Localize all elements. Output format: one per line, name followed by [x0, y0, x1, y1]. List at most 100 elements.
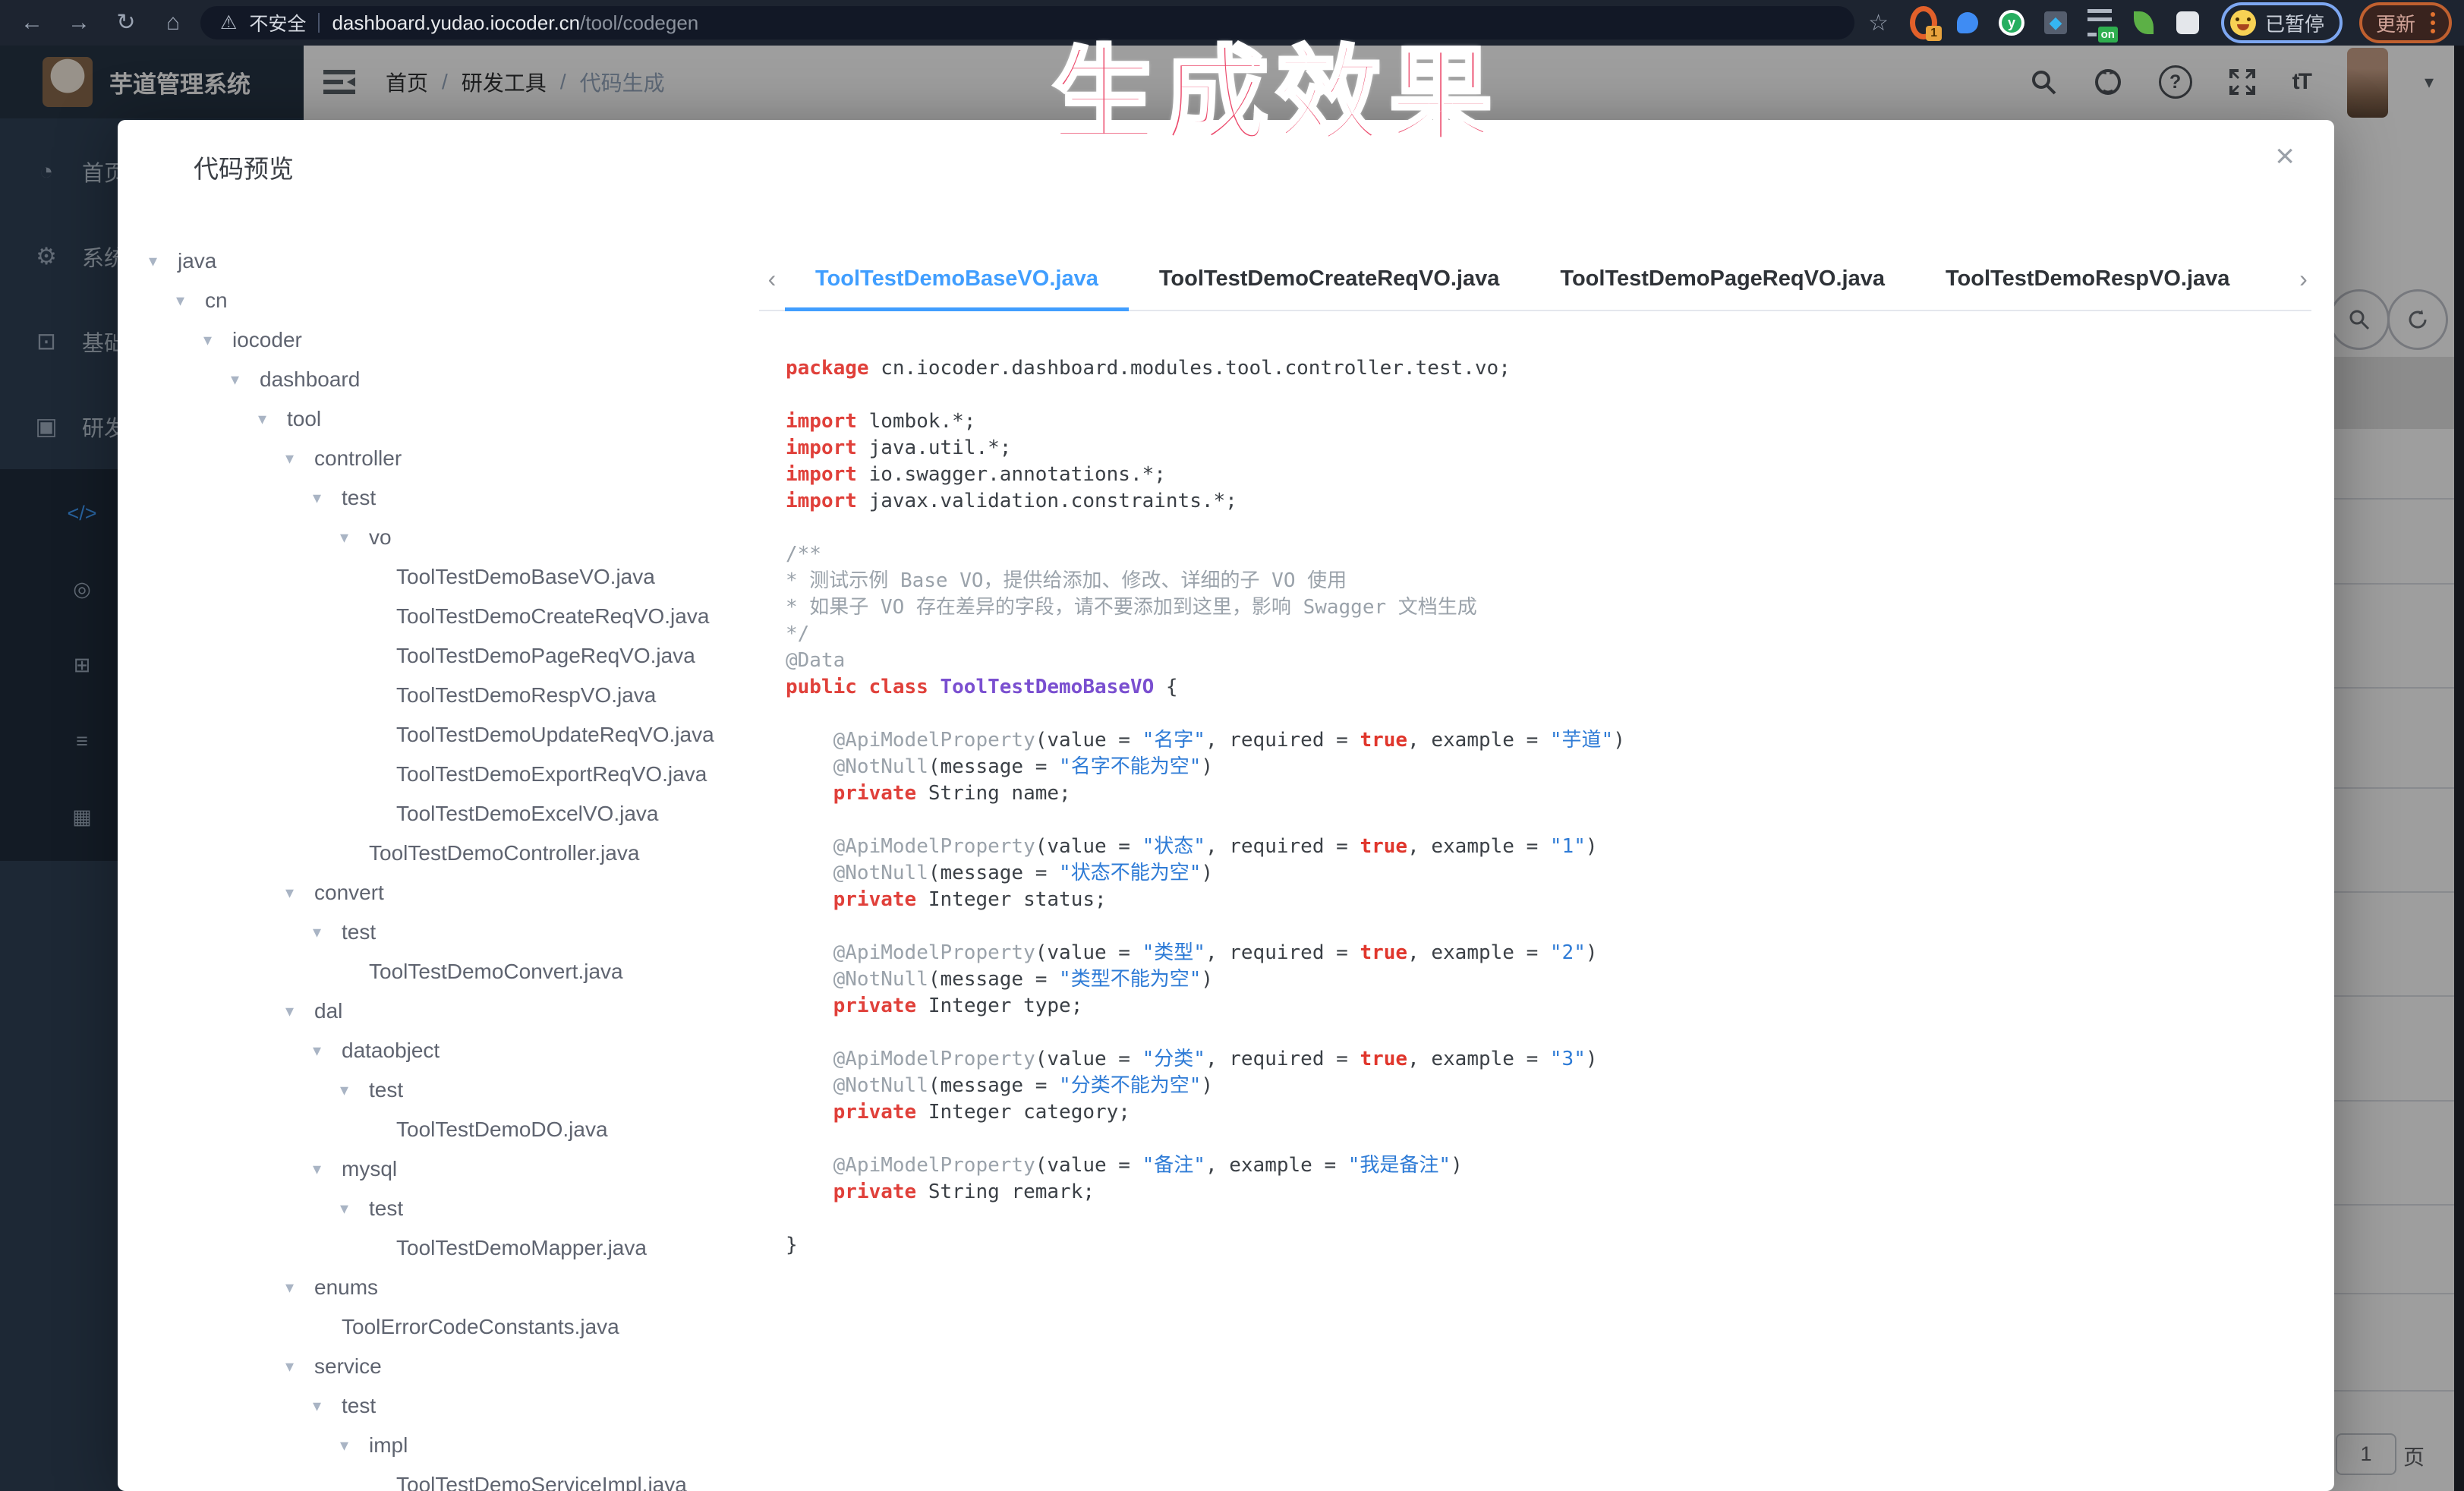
- code-line: private Integer status;: [786, 887, 2304, 913]
- tree-folder-label: dashboard: [258, 367, 360, 392]
- tree-node[interactable]: ▾ToolTestDemoExcelVO.java: [118, 794, 759, 834]
- file-tab[interactable]: ToolTestDemoRespVO.java: [1915, 247, 2260, 310]
- tree-caret-icon[interactable]: ▾: [203, 330, 231, 350]
- code-line: @ApiModelProperty(value = "类型", required…: [786, 940, 2304, 966]
- tree-folder-label: controller: [313, 446, 402, 471]
- back-icon[interactable]: ←: [12, 0, 52, 46]
- tree-caret-icon[interactable]: ▾: [313, 488, 340, 508]
- code-preview-dialog: 代码预览 × ▾java▾cn▾iocoder▾dashboard▾tool▾c…: [118, 120, 2334, 1491]
- tree-node[interactable]: ▾vo: [118, 518, 759, 557]
- extension-icon-green-y[interactable]: y: [1998, 9, 2025, 36]
- tree-file-label: ToolTestDemoExportReqVO.java: [395, 762, 707, 786]
- bookmark-star-icon[interactable]: ☆: [1868, 10, 1889, 36]
- code-viewer: package cn.iocoder.dashboard.modules.too…: [786, 355, 2304, 1259]
- tree-caret-icon[interactable]: ▾: [340, 1436, 367, 1455]
- tab-next-icon[interactable]: ›: [2290, 265, 2316, 293]
- tree-node[interactable]: ▾dashboard: [118, 360, 759, 399]
- tree-caret-icon[interactable]: ▾: [285, 1001, 313, 1021]
- tree-node[interactable]: ▾tool: [118, 399, 759, 439]
- tree-caret-icon[interactable]: ▾: [313, 1396, 340, 1416]
- extension-icon-orange[interactable]: 1: [1910, 9, 1937, 36]
- profile-avatar-emoji: [2230, 10, 2256, 36]
- tree-node[interactable]: ▾ToolTestDemoController.java: [118, 834, 759, 873]
- tree-node[interactable]: ▾ToolTestDemoDO.java: [118, 1110, 759, 1149]
- tree-node[interactable]: ▾mysql: [118, 1149, 759, 1189]
- extensions-puzzle-icon[interactable]: [2174, 9, 2201, 36]
- forward-icon[interactable]: →: [59, 0, 99, 46]
- annotation-watermark: 生成效果: [1051, 11, 1501, 162]
- tree-node[interactable]: ▾dataobject: [118, 1031, 759, 1070]
- tree-node[interactable]: ▾ToolTestDemoRespVO.java: [118, 676, 759, 715]
- tree-node[interactable]: ▾cn: [118, 281, 759, 320]
- tree-node[interactable]: ▾ToolTestDemoExportReqVO.java: [118, 755, 759, 794]
- extension-icon-leaf[interactable]: [2130, 9, 2157, 36]
- tree-caret-icon[interactable]: ▾: [340, 1080, 367, 1100]
- file-tab[interactable]: ToolTestDemoBaseVO.java: [785, 247, 1129, 310]
- tree-caret-icon[interactable]: ▾: [285, 883, 313, 903]
- on-badge: on: [2097, 25, 2119, 44]
- code-line: @ApiModelProperty(value = "备注", example …: [786, 1152, 2304, 1179]
- tree-caret-icon[interactable]: ▾: [258, 409, 285, 429]
- tree-node[interactable]: ▾convert: [118, 873, 759, 913]
- tree-node[interactable]: ▾dal: [118, 991, 759, 1031]
- file-tab[interactable]: ToolTestDemoCreateReqVO.java: [1129, 247, 1530, 310]
- tree-node[interactable]: ▾test: [118, 1189, 759, 1228]
- tree-node[interactable]: ▾controller: [118, 439, 759, 478]
- tab-prev-icon[interactable]: ‹: [759, 265, 785, 293]
- tree-node[interactable]: ▾ToolTestDemoServiceImpl.java: [118, 1465, 759, 1491]
- code-line: [786, 382, 2304, 408]
- home-icon[interactable]: ⌂: [153, 0, 193, 46]
- extension-icon-drop[interactable]: [1954, 9, 1981, 36]
- tree-node[interactable]: ▾java: [118, 241, 759, 281]
- chrome-update-button[interactable]: 更新: [2359, 2, 2452, 43]
- tree-node[interactable]: ▾test: [118, 1386, 759, 1426]
- tree-node[interactable]: ▾test: [118, 478, 759, 518]
- tree-caret-icon[interactable]: ▾: [285, 449, 313, 468]
- tree-caret-icon[interactable]: ▾: [340, 1199, 367, 1218]
- code-line: }: [786, 1232, 2304, 1259]
- tree-node[interactable]: ▾test: [118, 1070, 759, 1110]
- security-warning-icon[interactable]: ⚠: [220, 11, 237, 34]
- code-line: [786, 1126, 2304, 1152]
- address-bar[interactable]: ⚠ 不安全 dashboard.yudao.iocoder.cn/tool/co…: [200, 6, 1854, 39]
- tree-node[interactable]: ▾ToolTestDemoPageReqVO.java: [118, 636, 759, 676]
- tree-node[interactable]: ▾iocoder: [118, 320, 759, 360]
- tree-caret-icon[interactable]: ▾: [285, 1278, 313, 1297]
- code-line: @NotNull(message = "状态不能为空"): [786, 860, 2304, 887]
- paused-label: 已暂停: [2265, 9, 2324, 37]
- tree-caret-icon[interactable]: ▾: [313, 1159, 340, 1179]
- tree-node[interactable]: ▾test: [118, 913, 759, 952]
- tree-folder-label: java: [176, 249, 216, 273]
- close-icon[interactable]: ×: [2275, 140, 2295, 173]
- tree-caret-icon[interactable]: ▾: [285, 1357, 313, 1376]
- tree-file-label: ToolTestDemoDO.java: [395, 1117, 608, 1142]
- tree-node[interactable]: ▾ToolTestDemoUpdateReqVO.java: [118, 715, 759, 755]
- tree-folder-label: dataobject: [340, 1039, 440, 1063]
- tree-caret-icon[interactable]: ▾: [149, 251, 176, 271]
- tree-caret-icon[interactable]: ▾: [340, 528, 367, 547]
- reload-icon[interactable]: ↻: [106, 0, 146, 46]
- security-label: 不安全: [249, 9, 306, 36]
- code-line: @ApiModelProperty(value = "名字", required…: [786, 727, 2304, 754]
- extension-icon-diamond[interactable]: ◆: [2042, 9, 2069, 36]
- tree-caret-icon[interactable]: ▾: [176, 291, 203, 310]
- file-tab[interactable]: ToolTestDemoPageReqVO.java: [1530, 247, 1915, 310]
- tree-node[interactable]: ▾ToolTestDemoCreateReqVO.java: [118, 597, 759, 636]
- extension-icon-list[interactable]: on: [2086, 9, 2113, 36]
- profile-paused-button[interactable]: 已暂停: [2221, 2, 2343, 43]
- tree-node[interactable]: ▾ToolTestDemoMapper.java: [118, 1228, 759, 1268]
- tree-folder-label: test: [340, 486, 376, 510]
- tree-node[interactable]: ▾ToolTestDemoConvert.java: [118, 952, 759, 991]
- browser-menu-icon[interactable]: [2431, 12, 2435, 33]
- tree-caret-icon[interactable]: ▾: [313, 1041, 340, 1061]
- tree-caret-icon[interactable]: ▾: [313, 922, 340, 942]
- file-tab[interactable]: ToolTe: [2260, 247, 2290, 310]
- tree-node[interactable]: ▾ToolTestDemoBaseVO.java: [118, 557, 759, 597]
- tree-node[interactable]: ▾impl: [118, 1426, 759, 1465]
- code-line: @NotNull(message = "名字不能为空"): [786, 754, 2304, 780]
- code-line: @Data: [786, 648, 2304, 674]
- tree-caret-icon[interactable]: ▾: [231, 370, 258, 389]
- tree-node[interactable]: ▾service: [118, 1347, 759, 1386]
- tree-node[interactable]: ▾ToolErrorCodeConstants.java: [118, 1307, 759, 1347]
- tree-node[interactable]: ▾enums: [118, 1268, 759, 1307]
